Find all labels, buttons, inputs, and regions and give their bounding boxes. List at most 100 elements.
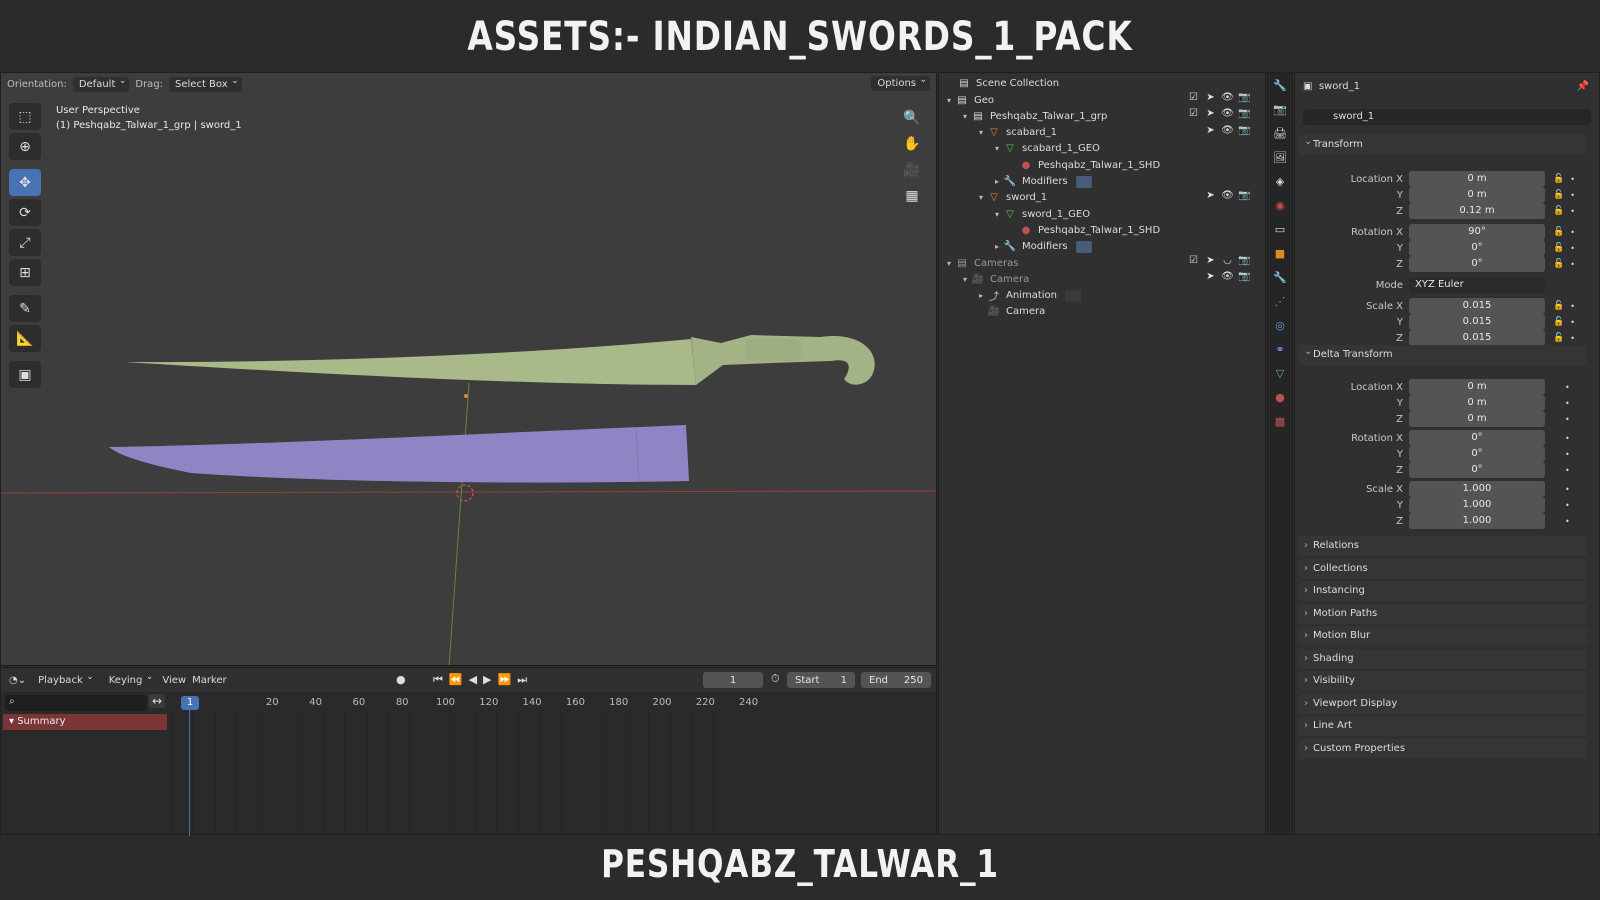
expand-arrow-icon[interactable]: ▾ [975, 128, 987, 137]
visibility-toggle-icon[interactable]: 📷 [1238, 255, 1251, 266]
visibility-toggle-icon[interactable]: ☑ [1187, 92, 1200, 103]
visibility-toggle-icon[interactable]: 📷 [1238, 125, 1251, 136]
expand-arrow-icon[interactable]: ▾ [991, 144, 1003, 153]
visibility-toggle-icon[interactable]: ◡ [1221, 255, 1234, 266]
view-layer-icon[interactable]: 🖼 [1268, 145, 1292, 169]
keyframe-dot-icon[interactable]: • [1565, 517, 1570, 526]
outliner-row[interactable]: ▾ ▽ sword_1_GEO [939, 206, 1265, 222]
lock-icon[interactable]: 🔓 [1553, 174, 1564, 184]
physics-icon[interactable]: ◎ [1268, 313, 1292, 337]
texture-icon[interactable]: ▩ [1268, 409, 1292, 433]
annotate-icon[interactable]: ✎ [9, 295, 41, 322]
property-value-field[interactable]: 0 m [1409, 171, 1545, 187]
lock-icon[interactable]: 🔓 [1553, 301, 1564, 311]
property-value-field[interactable]: 0.015 [1409, 298, 1545, 314]
keyframe-dot-icon[interactable]: • [1570, 302, 1575, 311]
visibility-toggle-icon[interactable]: 👁 [1221, 271, 1234, 282]
camera-view-icon[interactable]: 🎥 [900, 157, 924, 183]
lock-icon[interactable]: 🔓 [1553, 259, 1564, 269]
outliner-row[interactable]: ▾ ▽ scabard_1_GEO [939, 141, 1265, 157]
material-icon[interactable]: ● [1268, 385, 1292, 409]
keyframe-dot-icon[interactable]: • [1570, 318, 1575, 327]
outliner-row[interactable]: ▸ ⤴ Animation [939, 288, 1265, 304]
visibility-toggle-icon[interactable]: ☑ [1187, 108, 1200, 119]
outliner-row[interactable]: ▾ ▽ sword_1 ➤ 👁 📷 [939, 190, 1265, 206]
visibility-toggle-icon[interactable]: 📷 [1238, 271, 1251, 282]
orientation-dropdown[interactable]: Default [72, 76, 130, 92]
playback-menu[interactable]: Playback [32, 672, 97, 688]
property-value-field[interactable]: 0.015 [1409, 314, 1545, 330]
stopwatch-icon[interactable]: ⏱ [771, 672, 780, 686]
world-icon[interactable]: ◉ [1268, 193, 1292, 217]
options-dropdown[interactable]: Options [871, 75, 930, 91]
transform-icon[interactable]: ⊞ [9, 259, 41, 286]
end-frame-field[interactable]: End 250 [861, 672, 931, 688]
panel-header-section[interactable]: Custom Properties [1299, 738, 1587, 759]
keyframe-dot-icon[interactable]: • [1570, 260, 1575, 269]
property-value-field[interactable]: 0° [1409, 430, 1545, 446]
property-value-field[interactable]: 0 m [1409, 411, 1545, 427]
select-box-icon[interactable]: ⬚ [9, 103, 41, 130]
swap-icon[interactable]: ↔ [149, 694, 166, 708]
outliner-row[interactable]: ▾ ▽ scabard_1 ➤ 👁 📷 [939, 125, 1265, 141]
expand-arrow-icon[interactable]: ▾ [959, 112, 971, 121]
visibility-toggle-icon[interactable]: 👁 [1221, 108, 1234, 119]
collection-tab-icon[interactable]: ▭ [1268, 217, 1292, 241]
keyframe-dot-icon[interactable]: • [1570, 244, 1575, 253]
modifier-icon[interactable]: 🔧 [1268, 265, 1292, 289]
visibility-toggle-icon[interactable]: 📷 [1238, 190, 1251, 201]
visibility-toggle-icon[interactable]: ➤ [1204, 125, 1217, 136]
summary-channel[interactable]: ▾ Summary [3, 714, 167, 730]
zoom-icon[interactable]: 🔍 [900, 105, 924, 131]
property-value-field[interactable]: 0 m [1409, 379, 1545, 395]
timeline-grid[interactable] [171, 712, 734, 836]
property-value-field[interactable]: 0° [1409, 256, 1545, 272]
panel-header-transform[interactable]: Transform [1299, 132, 1587, 155]
property-value-field[interactable]: 0.12 m [1409, 203, 1545, 219]
constraints-icon[interactable]: ⚭ [1268, 337, 1292, 361]
cursor-icon[interactable]: ⊕ [9, 133, 41, 160]
pin-icon[interactable]: 📌 [1577, 81, 1589, 92]
property-value-field[interactable]: 0 m [1409, 187, 1545, 203]
data-icon[interactable]: ▽ [1268, 361, 1292, 385]
expand-arrow-icon[interactable]: ▾ [975, 193, 987, 202]
expand-arrow-icon[interactable]: ▾ [943, 259, 955, 268]
scene-icon[interactable]: ◈ [1268, 169, 1292, 193]
visibility-toggle-icon[interactable]: ➤ [1204, 190, 1217, 201]
property-value-field[interactable]: 0° [1409, 446, 1545, 462]
keyframe-dot-icon[interactable]: • [1565, 485, 1570, 494]
particles-icon[interactable]: ⋰ [1268, 289, 1292, 313]
drag-dropdown[interactable]: Select Box [169, 76, 242, 92]
outliner[interactable]: ▤ Scene Collection ▾ ▤ Geo ☑ ➤ 👁 📷 ▾ ▤ Peshqabz_T… [938, 72, 1266, 835]
start-frame-field[interactable]: Start 1 [787, 672, 855, 688]
visibility-toggle-icon[interactable]: 📷 [1238, 92, 1251, 103]
pan-hand-icon[interactable]: ✋ [900, 131, 924, 157]
property-value-field[interactable]: 0 m [1409, 395, 1545, 411]
panel-header-section[interactable]: Visibility [1299, 671, 1587, 691]
keyframe-dot-icon[interactable]: • [1570, 228, 1575, 237]
editor-type-icon[interactable]: ◔⌄ [9, 675, 26, 686]
outliner-row[interactable]: ● Peshqabz_Talwar_1_SHD [939, 157, 1265, 173]
visibility-toggle-icon[interactable]: ☑ [1187, 255, 1200, 266]
current-frame-field[interactable]: 1 [703, 672, 763, 688]
property-value-field[interactable]: 1.000 [1409, 481, 1545, 497]
visibility-toggle-icon[interactable]: 👁 [1221, 190, 1234, 201]
outliner-row[interactable]: 🎥 Camera [939, 304, 1265, 320]
outliner-row[interactable]: ▸ 🔧 Modifiers [939, 239, 1265, 255]
outliner-row[interactable]: ● Peshqabz_Talwar_1_SHD [939, 222, 1265, 238]
keyframe-dot-icon[interactable]: • [1565, 399, 1570, 408]
lock-icon[interactable]: 🔓 [1553, 227, 1564, 237]
3d-viewport[interactable]: Orientation: Default Drag: Select Box Op… [0, 72, 937, 666]
rotate-icon[interactable]: ⟳ [9, 199, 41, 226]
render-icon[interactable]: 📷 [1268, 97, 1292, 121]
lock-icon[interactable]: 🔓 [1553, 190, 1564, 200]
rotation-mode-dropdown[interactable]: XYZ Euler [1409, 277, 1545, 293]
scene-collection-row[interactable]: ▤ Scene Collection [939, 75, 1265, 91]
expand-arrow-icon[interactable]: ▾ [959, 275, 971, 284]
panel-header-section[interactable]: Collections [1299, 558, 1587, 579]
visibility-toggle-icon[interactable]: ➤ [1204, 271, 1217, 282]
outliner-row[interactable]: ▾ ▤ Geo ☑ ➤ 👁 📷 [939, 92, 1265, 108]
outliner-row[interactable]: ▸ 🔧 Modifiers [939, 174, 1265, 190]
lock-icon[interactable]: 🔓 [1553, 243, 1564, 253]
panel-header-section[interactable]: Relations [1299, 536, 1587, 556]
